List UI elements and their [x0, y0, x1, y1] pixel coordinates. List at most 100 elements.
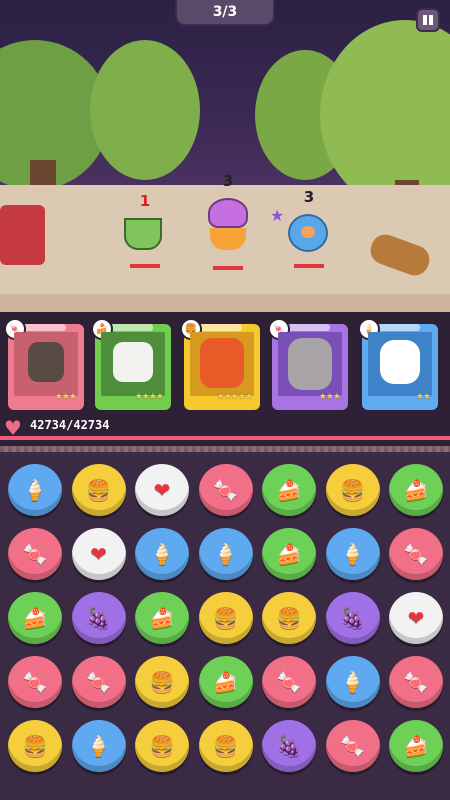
cake-icon: 🍰: [213, 670, 238, 694]
heart-icon: ❤: [153, 478, 171, 502]
enemy-beanie-bun[interactable]: 3: [208, 172, 248, 270]
grape-tile[interactable]: 🍇: [325, 592, 380, 644]
burger-tile[interactable]: 🍔: [135, 720, 189, 772]
hero-card-4[interactable]: 🍬 ★★★: [268, 318, 348, 410]
teacup-body: [124, 218, 162, 250]
candy-icon: 🍬: [403, 542, 429, 566]
hero-card-5[interactable]: 🍦 ★★: [358, 318, 438, 410]
burger-tile[interactable]: 🍔: [8, 720, 62, 772]
burger-tile[interactable]: 🍔: [71, 464, 126, 516]
heart-tile[interactable]: ❤: [389, 592, 443, 644]
tree-background: [320, 20, 450, 210]
hero-row: 🍬 ★★★ 🍰 ★★★★ 🍔 ★★★★★ 🍬 ★★★ 🍦 ★★: [0, 318, 450, 410]
hero-figure: [113, 342, 153, 382]
candy-tile[interactable]: 🍬: [8, 656, 62, 708]
cake-icon: 🍰: [403, 734, 429, 758]
enemy-teacup[interactable]: 1: [124, 192, 166, 268]
grape-icon: 🍇: [276, 734, 302, 758]
burger-tile[interactable]: 🍔: [198, 720, 253, 772]
hero-charge-bar: [376, 324, 420, 331]
enemy-countdown: 1: [139, 192, 151, 210]
burger-icon: 🍔: [276, 606, 302, 630]
candy-icon: 🍬: [22, 542, 48, 566]
donut-body: [288, 214, 328, 252]
cake-icon: 🍰: [22, 606, 48, 630]
candy-tile[interactable]: 🍬: [71, 656, 126, 708]
pause-button[interactable]: [416, 8, 440, 32]
burger-tile[interactable]: 🍔: [198, 592, 253, 644]
hero-charge-bar: [109, 324, 153, 331]
pause-icon: [423, 15, 427, 25]
enemy-countdown: 3: [303, 188, 315, 206]
heart-tile[interactable]: ❤: [71, 528, 126, 580]
puzzle-board: 🍦 🍔 ❤ 🍬 🍰 🍔 🍰 🍬 ❤ 🍦 🍦 🍰 🍦 🍬 🍰 🍇 🍰 🍔 🍔 🍇 ❤ 🍬 🍬 🍔 🍰 🍬 🍦 🍬 🍔 🍦 🍔 🍔 🍇 🍬 🍰: [0, 452, 450, 800]
cake-tile[interactable]: 🍰: [389, 720, 443, 772]
hero-stars: ★★★★: [134, 392, 164, 402]
candy-icon: 🍬: [403, 670, 429, 694]
grape-tile[interactable]: 🍇: [262, 720, 316, 772]
burger-icon: 🍔: [149, 670, 175, 694]
popsicle-tile[interactable]: 🍦: [135, 528, 189, 580]
burger-tile[interactable]: 🍔: [135, 656, 189, 708]
candy-tile[interactable]: 🍬: [198, 464, 253, 516]
popsicle-tile[interactable]: 🍦: [325, 656, 380, 708]
hero-figure: [288, 338, 332, 390]
popsicle-tile[interactable]: 🍦: [8, 464, 62, 516]
burger-tile[interactable]: 🍔: [325, 464, 380, 516]
burger-icon: 🍔: [213, 734, 238, 758]
candy-tile[interactable]: 🍬: [325, 720, 380, 772]
party-hp-bar: ♥ 42734/42734: [0, 412, 450, 454]
hero-card-2[interactable]: 🍰 ★★★★: [91, 318, 171, 410]
hero-portrait: [190, 332, 254, 396]
bun-body: [210, 228, 246, 250]
cake-tile[interactable]: 🍰: [135, 592, 189, 644]
hero-stars: ★★★: [54, 392, 77, 402]
enemy-hp-bar: [130, 264, 160, 268]
cake-icon: 🍰: [149, 606, 175, 630]
candy-tile[interactable]: 🍬: [8, 528, 62, 580]
popsicle-icon: 🍦: [340, 542, 365, 566]
hero-charge-bar: [22, 324, 66, 331]
popsicle-tile[interactable]: 🍦: [325, 528, 380, 580]
burger-icon: 🍔: [86, 478, 111, 502]
popsicle-icon: 🍦: [86, 734, 111, 758]
candy-icon: 🍬: [22, 670, 48, 694]
popsicle-tile[interactable]: 🍦: [198, 528, 253, 580]
cake-tile[interactable]: 🍰: [198, 656, 253, 708]
hero-card-1[interactable]: 🍬 ★★★: [4, 318, 84, 410]
cake-tile[interactable]: 🍰: [389, 464, 443, 516]
candy-tile[interactable]: 🍬: [389, 656, 443, 708]
burger-tile[interactable]: 🍔: [262, 592, 316, 644]
cake-tile[interactable]: 🍰: [8, 592, 62, 644]
hp-fill: [0, 436, 450, 440]
popsicle-icon: 🍦: [149, 542, 175, 566]
beanie: [208, 198, 248, 228]
candy-tile[interactable]: 🍬: [389, 528, 443, 580]
heart-tile[interactable]: ❤: [135, 464, 189, 516]
hero-charge-bar: [198, 324, 242, 331]
candy-icon: 🍬: [213, 478, 238, 502]
hero-card-3[interactable]: 🍔 ★★★★★: [180, 318, 260, 410]
hero-charge-bar: [286, 324, 330, 331]
popsicle-tile[interactable]: 🍦: [71, 720, 126, 772]
popsicle-icon: 🍦: [213, 542, 238, 566]
enemy-countdown: 3: [222, 172, 234, 190]
grape-icon: 🍇: [340, 606, 365, 630]
shirt-prop: [0, 205, 45, 265]
grape-tile[interactable]: 🍇: [71, 592, 126, 644]
cake-icon: 🍰: [403, 478, 429, 502]
candy-tile[interactable]: 🍬: [262, 656, 316, 708]
popsicle-icon: 🍦: [22, 478, 48, 502]
popsicle-icon: 🍦: [340, 670, 365, 694]
donut-hole: [301, 226, 315, 238]
wave-counter-text: 3/3: [212, 4, 238, 20]
cake-tile[interactable]: 🍰: [262, 528, 316, 580]
pause-icon-bar: [429, 15, 433, 25]
enemy-donut[interactable]: 3: [288, 188, 330, 268]
candy-icon: 🍬: [340, 734, 365, 758]
hero-stars: ★★: [415, 392, 431, 402]
burger-icon: 🍔: [149, 734, 175, 758]
cake-tile[interactable]: 🍰: [262, 464, 316, 516]
candy-icon: 🍬: [276, 670, 302, 694]
battle-scene: 3/3 1 3 3 ★: [0, 0, 450, 312]
